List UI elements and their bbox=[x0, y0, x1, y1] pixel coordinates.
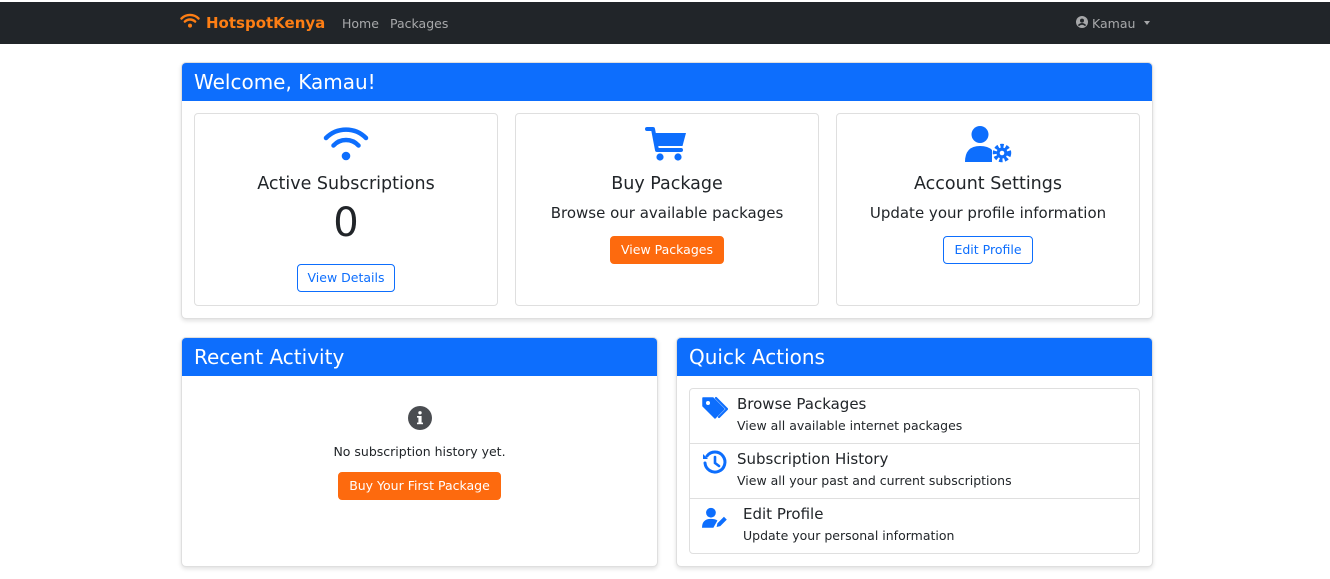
user-edit-icon bbox=[702, 505, 728, 531]
active-subscriptions-title: Active Subscriptions bbox=[257, 174, 435, 194]
active-subscriptions-count: 0 bbox=[333, 200, 359, 246]
nav-home-link[interactable]: Home bbox=[342, 2, 379, 44]
wifi-brand-icon bbox=[180, 13, 200, 33]
wifi-icon bbox=[195, 124, 497, 164]
subscription-history-desc: View all your past and current subscript… bbox=[737, 473, 1012, 488]
subscription-history-title: Subscription History bbox=[737, 450, 889, 468]
account-settings-title: Account Settings bbox=[914, 174, 1062, 194]
view-packages-button[interactable]: View Packages bbox=[610, 236, 724, 264]
welcome-title: Welcome, Kamau! bbox=[182, 63, 1152, 101]
buy-package-title: Buy Package bbox=[611, 174, 723, 194]
history-icon bbox=[702, 450, 728, 476]
user-gear-icon bbox=[837, 124, 1139, 164]
navbar: HotspotKenya Home Packages Kamau bbox=[0, 2, 1330, 44]
caret-down-icon bbox=[1144, 21, 1151, 25]
browse-packages-title: Browse Packages bbox=[737, 395, 867, 413]
brand-name: HotspotKenya bbox=[206, 14, 326, 32]
quick-action-edit-profile[interactable]: Edit Profile Update your personal inform… bbox=[690, 499, 1139, 554]
buy-package-subtitle: Browse our available packages bbox=[550, 204, 784, 222]
quick-action-subscription-history[interactable]: Subscription History View all your past … bbox=[690, 444, 1139, 499]
active-subscriptions-card: Active Subscriptions 0 View Details bbox=[194, 113, 498, 306]
edit-profile-button[interactable]: Edit Profile bbox=[943, 236, 1033, 264]
quick-actions-list: Browse Packages View all available inter… bbox=[689, 388, 1140, 554]
info-circle-icon bbox=[182, 406, 657, 430]
quick-actions-title: Quick Actions bbox=[677, 338, 1152, 376]
cart-icon bbox=[516, 124, 818, 164]
user-name: Kamau bbox=[1092, 15, 1136, 31]
account-settings-subtitle: Update your profile information bbox=[869, 204, 1107, 222]
quick-action-browse-packages[interactable]: Browse Packages View all available inter… bbox=[690, 389, 1139, 444]
buy-first-package-button[interactable]: Buy Your First Package bbox=[338, 472, 501, 500]
brand[interactable]: HotspotKenya bbox=[180, 2, 325, 44]
nav-packages-link[interactable]: Packages bbox=[390, 2, 448, 44]
edit-profile-title: Edit Profile bbox=[743, 505, 824, 523]
recent-activity-card: Recent Activity No subscription history … bbox=[181, 337, 658, 567]
user-menu-dropdown[interactable]: Kamau bbox=[1076, 2, 1151, 44]
edit-profile-desc: Update your personal information bbox=[743, 528, 955, 543]
buy-package-card: Buy Package Browse our available package… bbox=[515, 113, 819, 306]
tags-icon bbox=[702, 395, 728, 421]
browse-packages-desc: View all available internet packages bbox=[737, 418, 963, 433]
view-details-button[interactable]: View Details bbox=[296, 264, 396, 292]
quick-actions-card: Quick Actions Browse Packages View all a… bbox=[676, 337, 1153, 567]
user-circle-icon bbox=[1076, 15, 1088, 31]
empty-history-text: No subscription history yet. bbox=[333, 444, 506, 459]
recent-activity-title: Recent Activity bbox=[182, 338, 657, 376]
account-settings-card: Account Settings Update your profile inf… bbox=[836, 113, 1140, 306]
welcome-card: Welcome, Kamau! Active Subscriptions 0 V… bbox=[181, 62, 1153, 319]
